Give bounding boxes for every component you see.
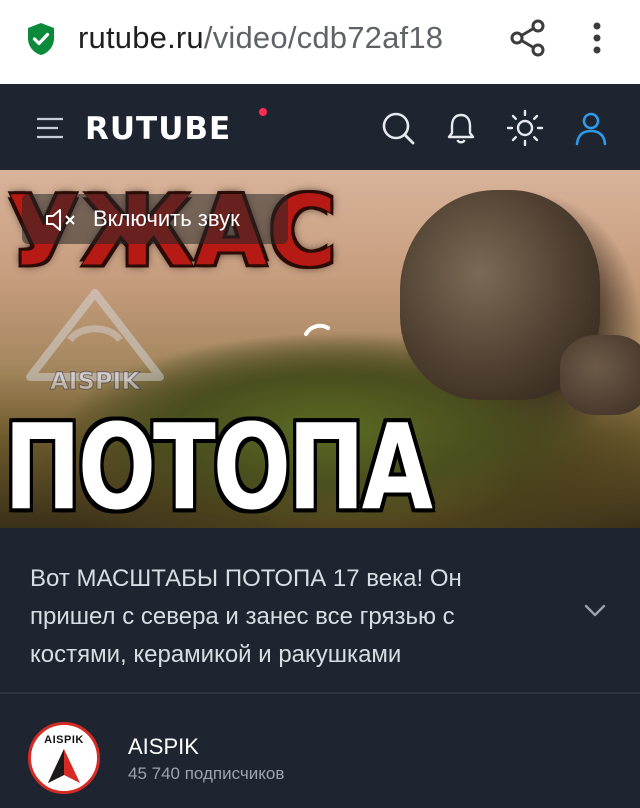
share-icon[interactable]	[508, 18, 548, 58]
video-description: Вот МАСШТАБЫ ПОТОПА 17 века! Он пришел с…	[30, 565, 462, 668]
overflow-menu-icon[interactable]	[585, 18, 609, 58]
loading-spinner-icon	[304, 323, 330, 336]
avatar-arrow-icon	[48, 749, 80, 783]
browser-address-bar: rutube.ru/video/cdb72af18	[0, 0, 640, 84]
logo-dot	[259, 108, 267, 116]
unmute-label: Включить звук	[93, 206, 240, 231]
site-logo[interactable]: RUTUBE	[85, 109, 231, 149]
video-scene-rock	[560, 335, 640, 415]
channel-name[interactable]: AISPIK	[128, 733, 199, 761]
channel-avatar[interactable]: AISPIK	[28, 722, 100, 794]
url-path: /video/cdb72af18	[203, 20, 444, 55]
muted-speaker-icon	[46, 209, 75, 231]
divider	[0, 692, 640, 694]
url-domain: rutube.ru	[78, 20, 204, 55]
channel-subscribers: 45 740 подписчиков	[128, 764, 285, 783]
secure-shield-icon	[28, 23, 54, 55]
url-fade	[440, 14, 496, 62]
theme-sun-icon[interactable]	[505, 108, 545, 148]
svg-text:AISPIK: AISPIK	[50, 367, 141, 395]
watermark-logo: AISPIK	[26, 289, 164, 395]
avatar-text: AISPIK	[44, 734, 84, 746]
thumbnail-title-bottom: ПОТОПА	[4, 398, 433, 528]
user-icon[interactable]	[571, 108, 611, 148]
bell-icon[interactable]	[441, 108, 481, 148]
menu-icon[interactable]	[36, 116, 64, 140]
chevron-down-icon[interactable]	[582, 598, 608, 622]
url-field[interactable]: rutube.ru/video/cdb72af18	[78, 14, 490, 62]
search-icon[interactable]	[378, 108, 418, 148]
